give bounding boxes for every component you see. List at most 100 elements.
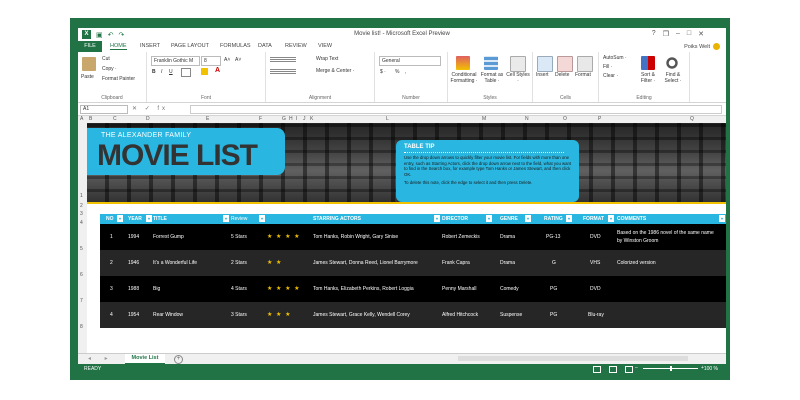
minimize-button[interactable]: – [676,30,680,38]
vertical-align-icons[interactable] [270,56,296,62]
format-as-table-button[interactable]: Format as Table · [479,72,505,84]
conditional-formatting-icon[interactable] [456,56,470,70]
formula-input[interactable] [190,105,722,114]
sort-filter-icon[interactable] [641,56,655,70]
filter-dropdown-icon[interactable]: ▾ [146,215,152,222]
filter-dropdown-icon[interactable]: ▾ [566,215,572,222]
page-break-view-icon[interactable] [625,366,633,373]
close-button[interactable]: ✕ [698,30,704,38]
filter-dropdown-icon[interactable]: ▾ [434,215,440,222]
table-row[interactable]: 4 1954 Rear Window 3 Stars ★ ★ ★ James S… [100,302,726,328]
normal-view-icon[interactable] [593,366,601,373]
column-header[interactable]: H [289,116,293,122]
paste-button[interactable]: Paste [81,74,94,80]
ribbon-display-button[interactable]: ❒ [663,30,669,38]
column-header[interactable]: A [80,116,83,122]
tab-review[interactable]: REVIEW [285,43,307,49]
column-header[interactable]: L [386,116,389,122]
comma-button[interactable]: , [405,69,406,75]
column-header[interactable]: M [482,116,486,122]
grow-font-button[interactable]: A˄ [224,57,230,63]
row-header[interactable]: 5 [80,246,83,252]
table-row[interactable]: 3 1988 Big 4 Stars ★ ★ ★ ★ Tom Hanks, El… [100,276,726,302]
tab-data[interactable]: DATA [258,43,272,49]
format-as-table-icon[interactable] [484,56,498,70]
bold-button[interactable]: B [152,69,156,75]
user-account[interactable]: Poiks Welt [684,43,720,50]
column-header[interactable]: J [303,116,306,122]
table-tip-note[interactable]: TABLE TIP Use the drop down arrows to qu… [396,140,579,202]
filter-dropdown-icon[interactable]: ▾ [719,215,725,222]
clear-button[interactable]: Clear · [603,73,618,79]
delete-button[interactable]: Delete [555,72,569,78]
percent-button[interactable]: % [395,69,399,75]
row-header[interactable]: 6 [80,272,83,278]
maximize-button[interactable]: □ [687,30,691,38]
filter-dropdown-icon[interactable]: ▾ [117,215,123,222]
column-header[interactable]: N [525,116,529,122]
row-header[interactable]: 7 [80,298,83,304]
column-header[interactable]: Q [690,116,694,122]
filter-dropdown-icon[interactable]: ▾ [608,215,614,222]
column-header[interactable]: E [206,116,209,122]
tab-home[interactable]: HOME [110,43,127,50]
insert-button[interactable]: Insert [536,72,549,78]
table-row[interactable]: 2 1946 It’s a Wonderful Life 2 Stars ★ ★… [100,250,726,276]
underline-button[interactable]: U [169,69,173,75]
shrink-font-button[interactable]: A˅ [235,57,241,63]
column-header[interactable]: P [598,116,601,122]
tab-file[interactable]: FILE [78,41,102,52]
column-header[interactable]: B [89,116,92,122]
column-header[interactable]: K [310,116,313,122]
name-box[interactable]: A1 [80,105,128,114]
filter-dropdown-icon[interactable]: ▾ [486,215,492,222]
merge-center-button[interactable]: Merge & Center · [316,68,354,74]
insert-cells-icon[interactable] [537,56,553,72]
format-painter-button[interactable]: Format Painter [102,76,135,82]
cell-styles-button[interactable]: Cell Styles · [506,72,530,84]
column-header[interactable]: I [296,116,297,122]
borders-icon[interactable] [181,68,191,77]
fill-color-icon[interactable] [201,68,208,75]
zoom-slider-thumb[interactable] [670,366,672,371]
cut-button[interactable]: Cut [102,56,110,62]
row-header[interactable]: 4 [80,220,83,226]
column-header[interactable]: O [563,116,567,122]
table-row[interactable]: 1 1994 Forrest Gump 5 Stars ★ ★ ★ ★ Tom … [100,224,726,250]
page-layout-view-icon[interactable] [609,366,617,373]
row-header[interactable]: 8 [80,324,83,330]
horizontal-align-icons[interactable] [270,68,296,74]
paste-icon[interactable] [82,57,96,71]
fill-button[interactable]: Fill · [603,64,612,70]
format-button[interactable]: Format [575,72,591,78]
zoom-out-button[interactable]: – [635,365,638,371]
column-header[interactable]: G [282,116,286,122]
row-header[interactable]: 1 [80,193,83,199]
cell-styles-icon[interactable] [510,56,526,72]
find-select-button[interactable]: Find & Select · [661,72,685,84]
italic-button[interactable]: I [161,69,162,75]
column-header[interactable]: D [146,116,150,122]
help-button[interactable]: ? [652,30,656,38]
row-header[interactable]: 2 [80,203,83,209]
filter-dropdown-icon[interactable]: ▾ [223,215,229,222]
sheet-nav-arrows[interactable]: ◂ ▸ [88,355,114,362]
number-format-select[interactable]: General [379,56,441,66]
find-select-icon[interactable] [665,56,679,70]
column-header[interactable]: C [113,116,117,122]
worksheet[interactable]: THE ALEXANDER FAMILY MOVIE LIST TABLE TI… [87,123,726,353]
wrap-text-button[interactable]: Wrap Text [316,56,338,62]
filter-dropdown-icon[interactable]: ▾ [259,215,265,222]
tab-view[interactable]: VIEW [318,43,332,49]
filter-dropdown-icon[interactable]: ▾ [525,215,531,222]
font-family-select[interactable]: Franklin Gothic M [151,56,200,66]
font-color-icon[interactable]: A [215,67,220,74]
horizontal-scrollbar[interactable] [458,356,688,361]
sort-filter-button[interactable]: Sort & Filter · [637,72,659,84]
delete-cells-icon[interactable] [557,56,573,72]
formula-buttons[interactable]: ✕ ✓ fx [132,105,168,112]
font-size-select[interactable]: 8 [201,56,221,66]
row-header[interactable]: 3 [80,211,83,217]
autosum-button[interactable]: AutoSum · [603,55,627,61]
tab-insert[interactable]: INSERT [140,43,160,49]
